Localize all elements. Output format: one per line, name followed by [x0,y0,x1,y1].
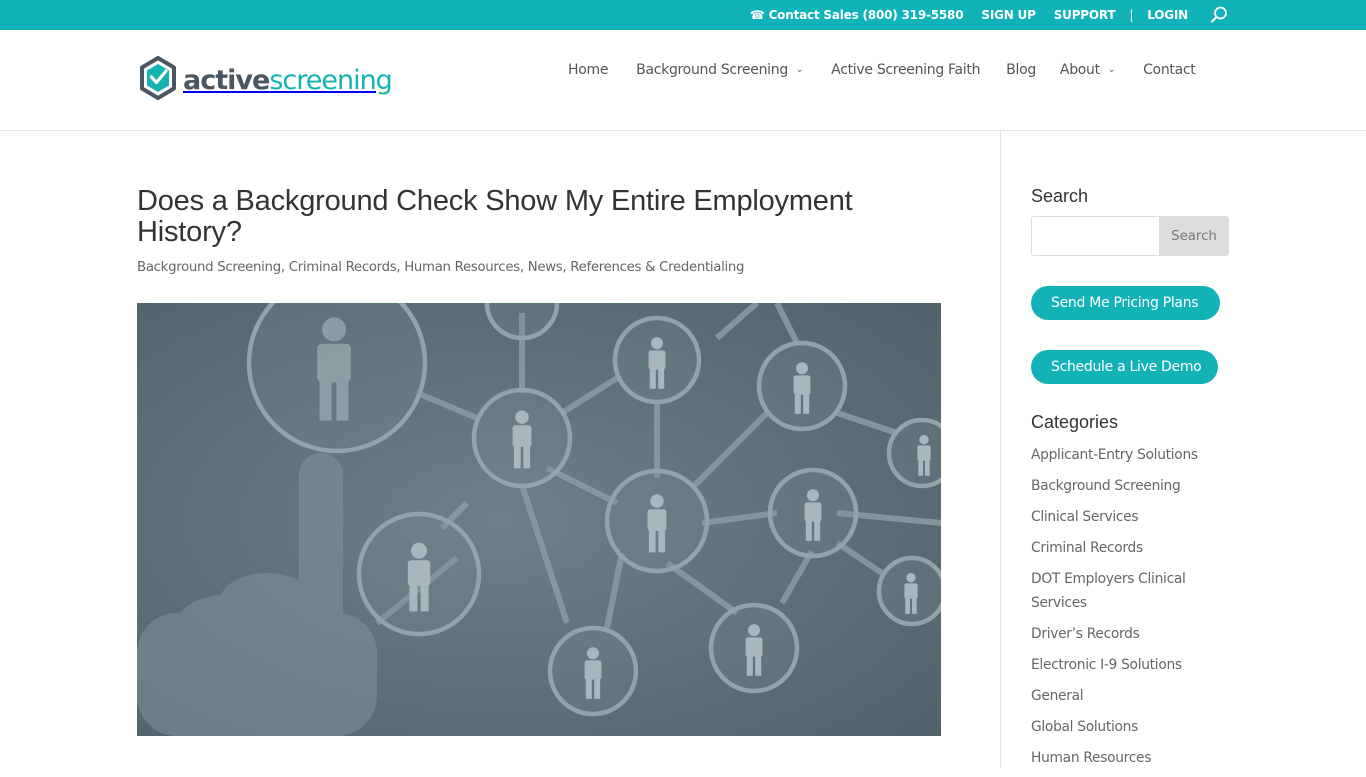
logo-wordmark: activescreening [183,64,393,96]
nav-label: About [1059,62,1100,78]
post-category-link[interactable]: News [528,260,563,275]
site-logo[interactable]: activescreening [139,56,393,104]
top-bar: ☎ Contact Sales (800) 319-5580 SIGN UP S… [0,0,1366,30]
schedule-demo-button[interactable]: Schedule a Live Demo [1031,350,1218,384]
post-category-link[interactable]: Human Resources [404,260,520,275]
search-icon[interactable] [1210,6,1228,24]
category-link[interactable]: Applicant-Entry Solutions [1031,443,1221,467]
signup-link[interactable]: SIGN UP [981,8,1036,22]
nav-label: Active Screening Faith [831,62,981,78]
list-item: Background Screening [1031,474,1221,498]
list-item: Global Solutions [1031,715,1221,739]
featured-image [137,303,941,736]
nav-item-home[interactable]: Home [568,62,608,78]
nav-item-active-screening-faith[interactable]: Active Screening Faith [831,62,980,78]
list-item: Electronic I-9 Solutions [1031,653,1221,677]
chevron-down-icon: ⌄ [1107,65,1116,75]
post-category-link[interactable]: References & Credentialing [570,260,744,275]
nav-label: Background Screening [636,62,788,78]
contact-sales-link[interactable]: ☎ Contact Sales (800) 319-5580 [750,8,964,22]
hexagon-check-icon [139,56,177,104]
category-link[interactable]: Criminal Records [1031,536,1221,560]
sidebar-search-button[interactable]: Search [1159,216,1229,256]
send-pricing-plans-button[interactable]: Send Me Pricing Plans [1031,286,1220,320]
chevron-down-icon: ⌄ [795,65,804,75]
list-item: DOT Employers Clinical Services [1031,567,1221,615]
sidebar-divider [1000,131,1001,768]
category-link[interactable]: Human Resources [1031,746,1221,770]
sidebar-search-input[interactable] [1031,216,1159,256]
list-item: Clinical Services [1031,505,1221,529]
nav-item-background-screening[interactable]: Background Screening ⌄ [636,62,803,78]
category-separator: , [519,260,528,275]
nav-label: Blog [1006,62,1036,78]
category-link[interactable]: Driver’s Records [1031,622,1221,646]
nav-label: Home [568,62,609,78]
list-item: Human Resources [1031,746,1221,770]
category-link[interactable]: Global Solutions [1031,715,1221,739]
categories-list: Applicant-Entry Solutions Background Scr… [1031,443,1221,777]
list-item: Driver’s Records [1031,622,1221,646]
post-title: Does a Background Check Show My Entire E… [137,185,853,248]
logo-text-active: active [183,64,270,96]
category-link[interactable]: Background Screening [1031,474,1221,498]
category-link[interactable]: Clinical Services [1031,505,1221,529]
nav-item-about[interactable]: About ⌄ [1060,62,1115,78]
list-item: Applicant-Entry Solutions [1031,443,1221,467]
nav-item-blog[interactable]: Blog [1006,62,1036,78]
category-link[interactable]: DOT Employers Clinical Services [1031,567,1221,615]
list-item: General [1031,684,1221,708]
post-category-link[interactable]: Criminal Records [289,260,397,275]
top-bar-links: ☎ Contact Sales (800) 319-5580 SIGN UP S… [750,0,1228,30]
login-link[interactable]: LOGIN [1147,8,1188,22]
list-item: Criminal Records [1031,536,1221,560]
post-category-link[interactable]: Background Screening [137,260,281,275]
category-link[interactable]: General [1031,684,1221,708]
post-categories: Background Screening, Criminal Records, … [137,260,745,275]
nav-label: Contact [1143,62,1196,78]
topbar-separator: | [1129,8,1134,22]
main-nav: Home Background Screening ⌄ Active Screen… [568,60,1196,80]
sidebar-search-form: Search [1031,216,1229,256]
support-link[interactable]: SUPPORT [1054,8,1116,22]
search-widget-title: Search [1031,186,1089,206]
category-link[interactable]: Electronic I-9 Solutions [1031,653,1221,677]
logo-text-screening: screening [269,64,393,96]
categories-widget-title: Categories [1031,412,1119,432]
nav-item-contact[interactable]: Contact [1143,62,1196,78]
site-header: activescreening Home Background Screenin… [0,30,1366,131]
category-separator: , [280,260,289,275]
